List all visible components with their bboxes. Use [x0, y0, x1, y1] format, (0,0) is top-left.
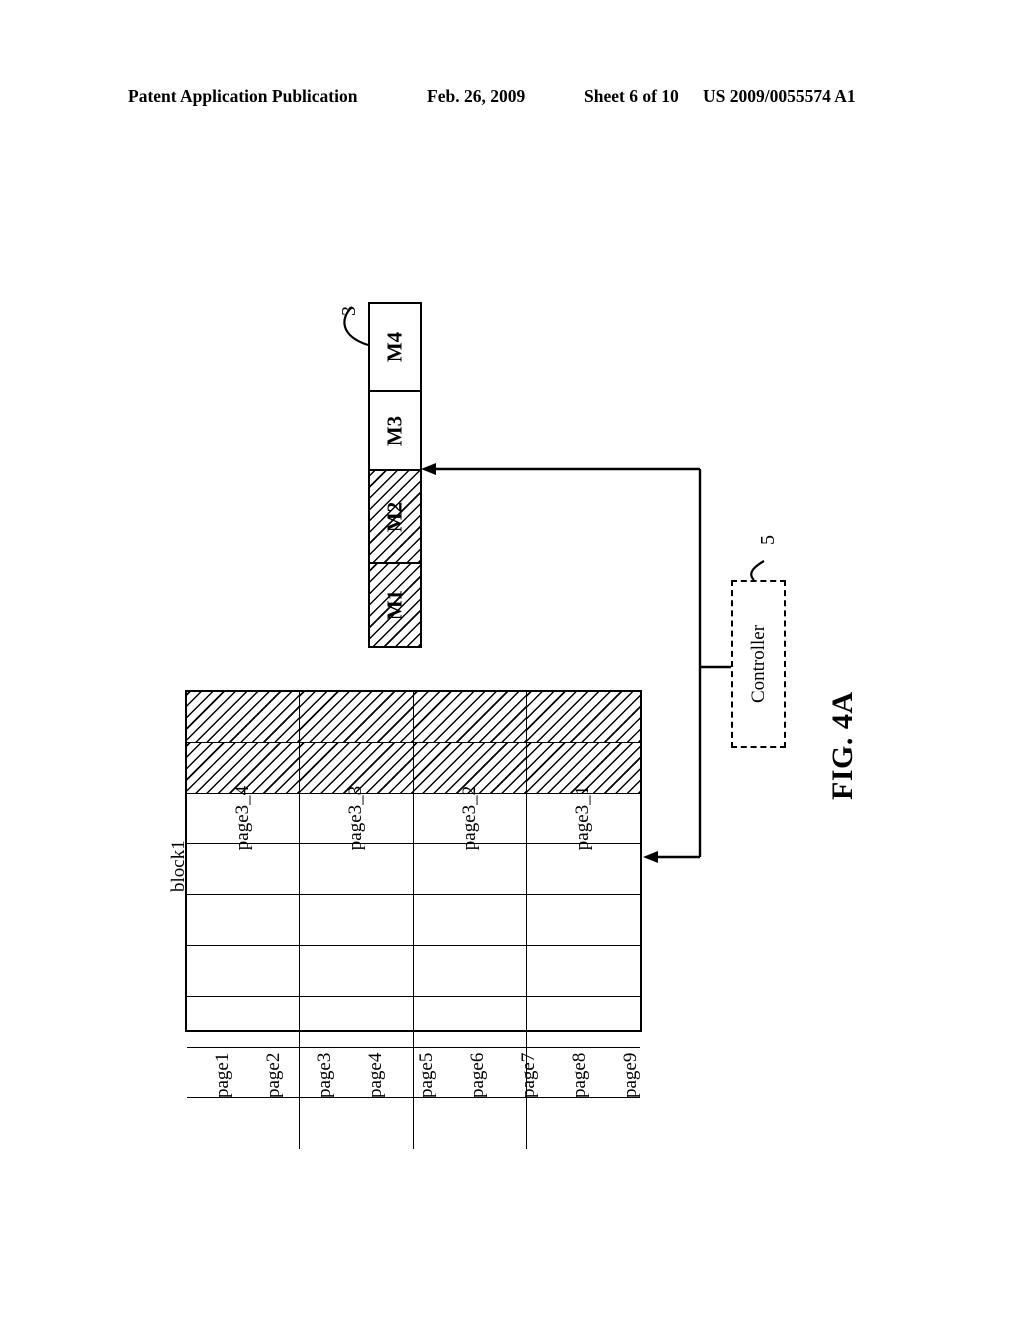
controller-label: Controller	[747, 624, 769, 704]
subsector-label-page3-4: page3_4	[232, 786, 254, 851]
memory-cell-m2-label: M2	[382, 501, 407, 532]
grid-cell	[187, 996, 301, 1047]
memory-cell-m3: M3	[370, 392, 420, 471]
page-label-page7: page7	[518, 1052, 539, 1098]
memory-cell-m1-label: M1	[382, 589, 407, 621]
grid-cell	[414, 996, 527, 1047]
memory-cell-m4: M4	[370, 304, 420, 392]
page-label-page9: page9	[620, 1052, 641, 1098]
page-label-page6: page6	[467, 1052, 488, 1098]
page-label-page8: page8	[569, 1052, 590, 1098]
memory-cell-m3-label: M3	[382, 415, 407, 446]
memory-cell-m2: M2	[370, 471, 420, 564]
grid-cell	[300, 895, 414, 945]
grid-cell	[187, 946, 301, 996]
arrow-head-to-block	[643, 851, 658, 863]
reference-numeral-3: 3	[338, 306, 360, 316]
grid-cell	[414, 844, 527, 895]
grid-cell	[300, 1098, 414, 1150]
grid-cell	[187, 844, 301, 895]
subsector-label-page3-1: page3_1	[572, 786, 594, 851]
grid-cell	[187, 692, 301, 742]
arrow-head-to-memory	[421, 463, 436, 475]
controller-box: Controller	[731, 580, 786, 748]
page-label-page4: page4	[365, 1052, 386, 1098]
grid-row-page3: page3_4 page3_3 page3_2 page3_1	[187, 786, 640, 851]
header-publication: Patent Application Publication	[128, 86, 358, 106]
grid-row-page7	[187, 996, 640, 1048]
figure-caption: FIG. 4A	[826, 691, 859, 801]
grid-cell	[300, 946, 414, 996]
grid-cell	[300, 996, 414, 1047]
block1-label: block1	[168, 840, 189, 892]
grid-cell	[414, 1098, 527, 1150]
header-patent-number: US 2009/0055574 A1	[703, 86, 856, 106]
grid-row-page6	[187, 946, 640, 997]
header-sheet: Sheet 6 of 10	[584, 86, 679, 106]
header-date: Feb. 26, 2009	[427, 86, 526, 106]
grid-cell	[527, 946, 640, 996]
leader-line-5	[750, 560, 765, 581]
page-label-page1: page1	[212, 1052, 233, 1098]
grid-cell	[527, 997, 640, 1047]
page-label-page2: page2	[263, 1052, 284, 1098]
memory-strip: M4 M3 M2 M1	[368, 302, 422, 648]
page-label-page3: page3	[314, 1052, 335, 1098]
grid-cell	[187, 1098, 301, 1150]
patent-figure-page: Patent Application Publication Feb. 26, …	[0, 0, 1024, 1320]
grid-cell	[413, 692, 527, 742]
grid-cell-page3-2: page3_2	[414, 786, 527, 851]
grid-cell-page3-1: page3_1	[527, 786, 640, 850]
grid-cell	[300, 692, 414, 742]
grid-cell	[300, 844, 414, 895]
grid-cell	[526, 692, 640, 742]
grid-cell	[414, 895, 527, 945]
grid-cell-page3-3: page3_3	[300, 786, 414, 851]
block1-grid: page3_4 page3_3 page3_2 page3_1	[185, 690, 642, 1150]
grid-row-page5	[187, 895, 640, 946]
grid-cell	[527, 1098, 640, 1149]
reference-numeral-5: 5	[757, 535, 779, 545]
grid-cell	[414, 946, 527, 996]
page-label-page5: page5	[416, 1052, 437, 1098]
subsector-label-page3-3: page3_3	[345, 786, 367, 851]
memory-cell-m1: M1	[370, 564, 420, 646]
grid-row-page4	[187, 844, 640, 896]
memory-cell-m4-label: M4	[382, 331, 407, 363]
grid-cell	[187, 895, 301, 945]
subsector-label-page3-2: page3_2	[458, 786, 480, 851]
grid-row-page1	[187, 692, 640, 743]
grid-cell	[527, 895, 640, 945]
grid-cell-page3-4: page3_4	[187, 786, 301, 851]
grid-row-page9	[187, 1098, 640, 1150]
grid-cell	[527, 844, 640, 894]
